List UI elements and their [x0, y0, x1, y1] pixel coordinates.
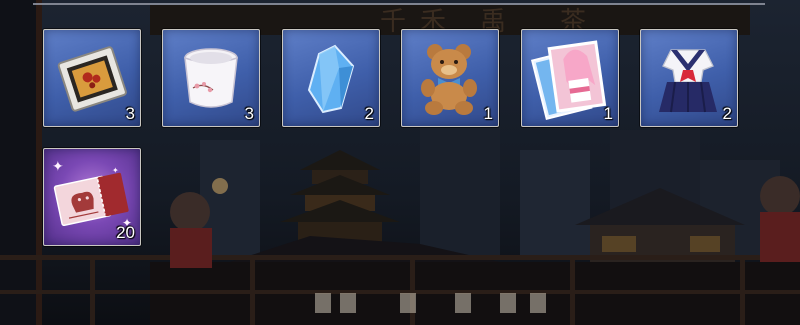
item-count: 2 [364, 104, 374, 123]
item-slot-teddy-bear[interactable]: 1 [401, 29, 499, 127]
item-slot-blue-crystal[interactable]: 2 [282, 29, 380, 127]
item-count: 3 [244, 104, 254, 123]
item-count: 20 [116, 223, 135, 242]
item-slot-character-photo-cards[interactable]: 1 [521, 29, 619, 127]
item-slot-porcelain-cup[interactable]: 3 [162, 29, 260, 127]
svg-text:✦: ✦ [52, 159, 64, 175]
item-slot-ticket[interactable]: ✦ ✦ ✦ 20 [43, 148, 141, 246]
item-slot-framed-painting[interactable]: 3 [43, 29, 141, 127]
item-count: 2 [722, 104, 732, 123]
item-count: 3 [125, 104, 135, 123]
item-slot-sailor-uniform[interactable]: 2 [640, 29, 738, 127]
item-count: 1 [483, 104, 493, 123]
item-count: 1 [603, 104, 613, 123]
item-reward-grid: 3 3 2 1 1 2 ✦ ✦ ✦ 20 [0, 0, 800, 325]
